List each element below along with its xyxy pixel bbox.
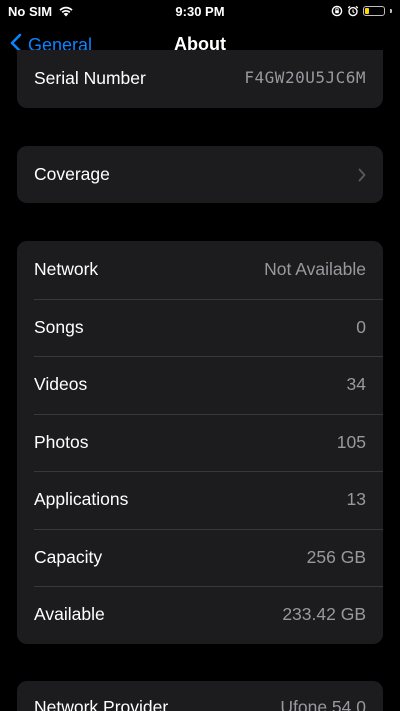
coverage-row[interactable]: Coverage (17, 146, 383, 203)
status-right (331, 5, 400, 17)
carrier-label: No SIM (8, 3, 53, 19)
network-provider-label: Network Provider (34, 697, 169, 711)
applications-label: Applications (34, 489, 129, 510)
chevron-right-icon (358, 168, 366, 182)
battery-tip (390, 9, 392, 13)
network-provider-row[interactable]: Network Provider Ufone 54.0 (17, 681, 383, 711)
songs-value: 0 (356, 316, 366, 337)
orientation-lock-icon (331, 5, 343, 17)
coverage-label: Coverage (34, 164, 110, 184)
wifi-icon (58, 5, 74, 17)
network-value: Not Available (264, 259, 366, 280)
serial-number-value: F4GW20U5JC6M (244, 68, 366, 87)
capacity-label: Capacity (34, 546, 103, 567)
info-row-applications[interactable]: Applications 13 (17, 471, 383, 529)
battery-icon (363, 6, 385, 16)
photos-label: Photos (34, 431, 89, 452)
serial-number-label: Serial Number (34, 68, 146, 88)
serial-number-group: Serial Number F4GW20U5JC6M (17, 50, 383, 108)
about-screen: No SIM 9:30 PM General About Serial Numb… (0, 0, 400, 711)
available-value: 233.42 GB (282, 604, 366, 625)
info-row-capacity[interactable]: Capacity 256 GB (17, 528, 383, 587)
capacity-value: 256 GB (306, 546, 366, 567)
network-label: Network (34, 259, 99, 280)
battery-level (365, 8, 369, 14)
available-label: Available (34, 604, 105, 625)
coverage-group: Coverage (17, 146, 383, 203)
info-row-videos[interactable]: Videos 34 (17, 356, 383, 414)
info-row-photos[interactable]: Photos 105 (17, 413, 383, 472)
info-row-songs[interactable]: Songs 0 (17, 298, 383, 357)
alarm-icon (347, 5, 359, 17)
videos-label: Videos (34, 374, 88, 395)
photos-value: 105 (336, 431, 366, 452)
applications-value: 13 (346, 489, 366, 510)
videos-value: 34 (346, 374, 366, 395)
status-left: No SIM (0, 4, 74, 19)
songs-label: Songs (34, 316, 84, 337)
info-row-available[interactable]: Available 233.42 GB (17, 586, 383, 644)
network-provider-value: Ufone 54.0 (280, 697, 366, 711)
status-bar: No SIM 9:30 PM (0, 0, 400, 22)
info-row-network[interactable]: Network Not Available (17, 241, 383, 299)
device-info-group: Network Not Available Songs 0 Videos 34 … (17, 241, 383, 644)
network-provider-group: Network Provider Ufone 54.0 (17, 681, 383, 711)
serial-number-row[interactable]: Serial Number F4GW20U5JC6M (17, 50, 383, 108)
